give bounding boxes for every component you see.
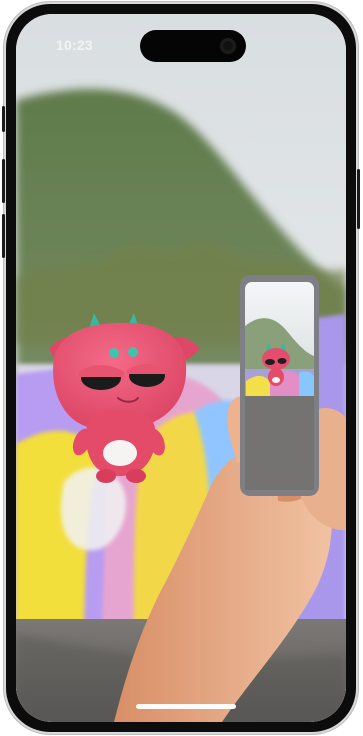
phone-device: 10:23 <box>2 4 360 732</box>
ar-camera-scene <box>16 14 346 722</box>
dynamic-island <box>140 30 246 62</box>
held-phone-mural-yellow <box>246 375 270 396</box>
held-phone <box>240 275 319 496</box>
character-left-foot <box>96 469 116 483</box>
front-camera-icon <box>220 38 236 54</box>
left-side-button <box>2 106 5 132</box>
held-phone-mural-blue <box>299 371 314 396</box>
status-bar-time: 10:23 <box>56 37 93 53</box>
character-belly <box>103 440 137 466</box>
character-right-spot <box>128 347 138 357</box>
phone-screen: 10:23 <box>16 14 346 722</box>
home-indicator[interactable] <box>136 704 236 709</box>
character-right-foot <box>126 469 146 483</box>
character-left-spot <box>109 348 119 358</box>
left-volume-down-button <box>2 214 5 258</box>
held-phone-ground <box>245 392 314 490</box>
right-power-button <box>357 169 360 229</box>
left-volume-up-button <box>2 159 5 203</box>
